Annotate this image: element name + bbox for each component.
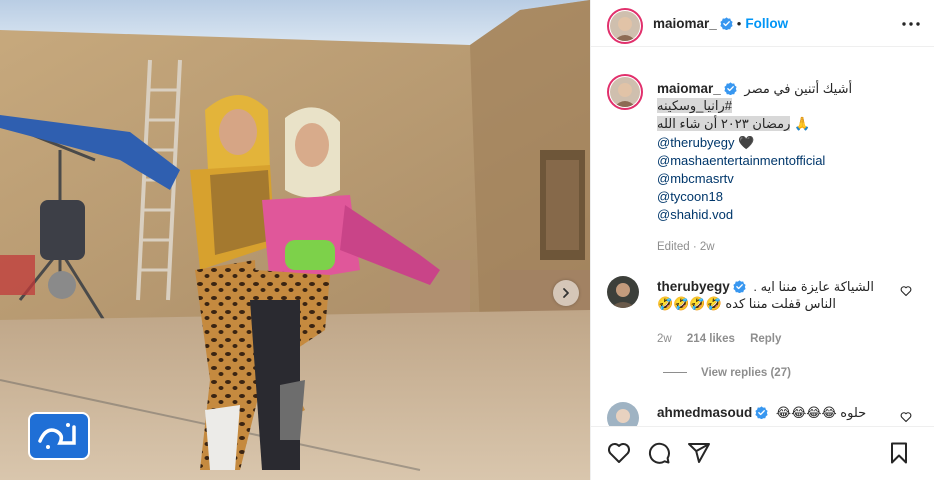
author-avatar[interactable] xyxy=(607,8,643,44)
comment-line1: therubyegy الشياكة عايزة مننا ايه . xyxy=(657,279,874,297)
comment-meta: 2w 214 likes Reply xyxy=(657,331,781,347)
comment-text-line1: الشياكة عايزة مننا ايه . xyxy=(753,279,874,294)
comment-text-line2: الناس قفلت مننا كده xyxy=(725,296,836,311)
caption-hashtag-text[interactable]: #رانيا_وسكينه xyxy=(657,98,733,113)
logo-icon xyxy=(38,423,76,449)
mention-row-1: @therubyegy 🖤 xyxy=(657,135,754,151)
comment-line2: 🤣🤣🤣🤣 الناس قفلت مننا كده xyxy=(657,296,836,312)
commenter-username[interactable]: ahmedmasoud xyxy=(657,405,752,420)
comment-time: 2w xyxy=(657,333,672,345)
avatar-image xyxy=(610,11,640,41)
mention-link[interactable]: @tycoon18 xyxy=(657,189,723,205)
caption-line3: رمضان ٢٠٢٣ أن شاء الله 🙏 xyxy=(657,116,810,132)
comment-likes[interactable]: 214 likes xyxy=(687,333,735,345)
post-action-bar xyxy=(591,426,934,480)
bookmark-icon[interactable] xyxy=(887,441,911,470)
comment-like-heart-icon[interactable] xyxy=(900,284,912,302)
avatar-image xyxy=(610,77,640,107)
caption-meta: Edited · 2w xyxy=(657,241,715,253)
post-photo[interactable] xyxy=(0,0,590,480)
comment-line1: ahmedmasoud 😂😂😂😂 حلوه xyxy=(657,405,866,423)
view-replies[interactable]: View replies (27) xyxy=(663,365,791,381)
separator-dot: • xyxy=(736,16,742,31)
comment-emojis: 😂😂😂😂 xyxy=(775,405,837,420)
verified-badge-icon xyxy=(733,280,746,297)
mention-link[interactable]: @shahid.vod xyxy=(657,207,733,223)
heart-icon[interactable] xyxy=(607,441,631,470)
chevron-right-icon xyxy=(563,288,569,298)
caption-avatar[interactable] xyxy=(607,74,643,110)
send-icon[interactable] xyxy=(687,441,711,470)
black-heart-emoji: 🖤 xyxy=(738,135,755,150)
post-time[interactable]: 2w xyxy=(700,241,715,253)
comment-text: حلوه xyxy=(840,405,867,420)
commenter-username[interactable]: therubyegy xyxy=(657,279,730,294)
mention-link[interactable]: @therubyegy xyxy=(657,135,735,150)
verified-badge-icon xyxy=(724,82,737,99)
verified-badge-icon xyxy=(755,406,768,423)
site-logo-watermark xyxy=(28,412,90,460)
pray-emoji: 🙏 xyxy=(794,116,811,131)
caption-hashtag[interactable]: #رانيا_وسكينه xyxy=(657,98,733,114)
mention-link[interactable]: @mbcmasrtv xyxy=(657,171,734,187)
post-photo-illustration xyxy=(0,0,590,480)
next-photo-button[interactable] xyxy=(553,280,579,306)
verified-badge-icon xyxy=(720,17,733,35)
more-options-icon[interactable] xyxy=(901,14,921,39)
caption-text-line3: رمضان ٢٠٢٣ أن شاء الله xyxy=(657,116,791,131)
replies-divider-line xyxy=(663,372,687,374)
caption-username[interactable]: maiomar_ xyxy=(657,81,721,96)
author-username[interactable]: maiomar_ xyxy=(653,16,717,31)
comment-icon[interactable] xyxy=(647,441,671,470)
follow-button[interactable]: Follow xyxy=(745,16,788,31)
commenter-avatar[interactable] xyxy=(607,276,639,308)
caption-first-line: maiomar_ أشيك أتنين في مصر xyxy=(657,81,852,99)
comment-emojis: 🤣🤣🤣🤣 xyxy=(657,296,722,311)
mention-link[interactable]: @mashaentertainmentofficial xyxy=(657,153,825,169)
edited-label: Edited xyxy=(657,241,690,253)
post-side-panel: maiomar_ • Follow maiomar_ أشيك أتنين في م… xyxy=(590,0,934,480)
header-user-row: maiomar_ • Follow xyxy=(653,15,788,35)
avatar-image xyxy=(607,276,639,308)
reply-button[interactable]: Reply xyxy=(750,333,781,345)
view-replies-button[interactable]: View replies (27) xyxy=(701,367,791,379)
caption-text-line1: أشيك أتنين في مصر xyxy=(744,81,853,96)
post-header: maiomar_ • Follow xyxy=(591,0,934,47)
